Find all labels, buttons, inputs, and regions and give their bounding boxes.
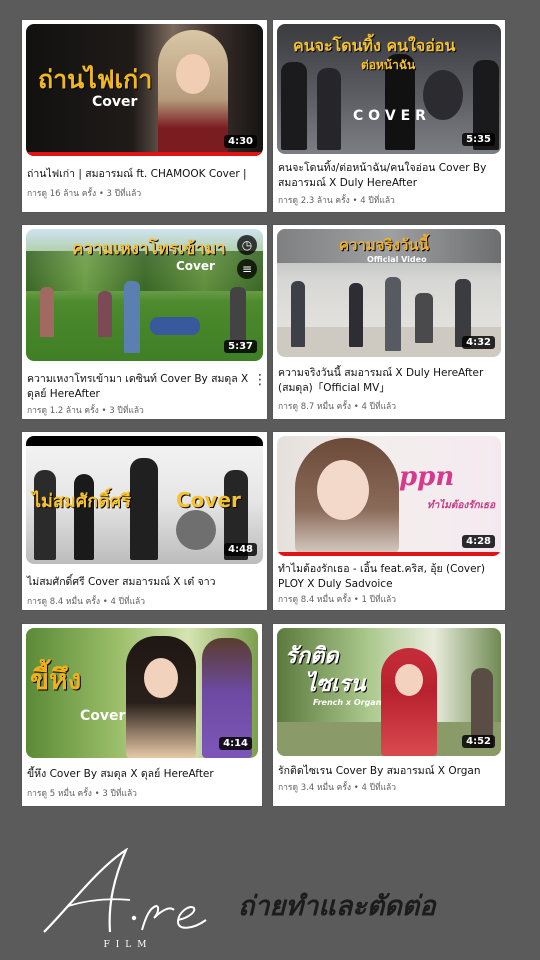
video-meta: การดู 16 ล้าน ครั้ง • 3 ปีที่แล้ว: [27, 189, 142, 199]
video-thumbnail[interactable]: คนจะโดนทิ้ง คนใจอ่อน ต่อหน้าฉัน C O V E …: [277, 24, 501, 154]
video-meta: การดู 5 หมื่น ครั้ง • 3 ปีที่แล้ว: [27, 789, 137, 799]
video-thumbnail[interactable]: ไม่สมศักดิ์ศรี Cover 4:48: [26, 436, 263, 564]
thumbnail-subtitle-text: C O V E R: [353, 108, 426, 124]
thumbnail-title-text: ppn: [399, 462, 455, 492]
logo-sub-text: FILM: [103, 940, 153, 950]
thumbnail-action-icons: ◷ ≡: [237, 235, 257, 283]
video-thumbnail[interactable]: ความจริงวันนี้ Official Video 4:32: [277, 229, 501, 357]
video-meta: การดู 1.2 ล้าน ครั้ง • 3 ปีที่แล้ว: [27, 406, 144, 416]
video-title[interactable]: ความจริงวันนี้ สมอารมณ์ X Duly HereAfter…: [278, 366, 491, 396]
video-title[interactable]: ถ่านไฟเก่า | สมอารมณ์ ft. CHAMOOK Cover …: [27, 167, 253, 182]
video-thumbnail[interactable]: รักติด ไซเรน French x Organ 4:52: [277, 628, 501, 756]
video-card-6[interactable]: ppn ทำไมต้องรักเธอ 4:28 ทำไมต้องรักเธอ -…: [273, 432, 505, 610]
video-title[interactable]: ขี้หึง Cover By สมดุล X ดุลย์ HereAfter: [27, 767, 248, 782]
duration-badge: 4:32: [462, 336, 495, 349]
watch-later-clock-icon[interactable]: ◷: [237, 235, 257, 255]
thumbnail-title-text: ความจริงวันนี้: [339, 236, 429, 254]
thumbnail-title-text: ไม่สมศักดิ์ศรี: [32, 491, 131, 512]
thumbnail-title-text: ความเหงาโทรเข้ามา: [72, 239, 226, 259]
video-meta: การดู 2.3 ล้าน ครั้ง • 4 ปีที่แล้ว: [278, 196, 395, 206]
duration-badge: 4:48: [224, 543, 257, 556]
thumbnail-subtitle-text: Official Video: [367, 255, 427, 264]
video-title[interactable]: คนจะโดนทิ้ง/ต่อหน้าฉัน/คนใจอ่อน Cover By…: [278, 161, 491, 191]
thumbnail-subtitle-text: Cover: [176, 259, 215, 273]
video-title[interactable]: ความเหงาโทรเข้ามา เดซินท์ Cover By สมดุล…: [27, 372, 253, 402]
thumbnail-subtitle-text: Cover: [80, 708, 126, 724]
video-meta: การดู 8.4 หมื่น ครั้ง • 4 ปีที่แล้ว: [27, 597, 146, 607]
watched-progress-bar: [277, 552, 501, 556]
thumbnail-subtitle-text: Cover: [92, 94, 138, 110]
add-to-queue-icon[interactable]: ≡: [237, 259, 257, 279]
video-card-4[interactable]: ความจริงวันนี้ Official Video 4:32 ความจ…: [273, 225, 505, 419]
video-meta: การดู 8.4 หมื่น ครั้ง • 1 ปีที่แล้ว: [278, 595, 397, 605]
video-title[interactable]: รักติดไซเรน Cover By สมอารมณ์ X Organ: [278, 764, 491, 779]
video-thumbnail[interactable]: ขี้หึง Cover 4:14: [26, 628, 258, 758]
watched-progress-bar: [26, 152, 263, 156]
video-thumbnail[interactable]: ถ่านไฟเก่า Cover 4:30: [26, 24, 263, 156]
credit-caption: ถ่ายทำและตัดต่อ: [238, 891, 436, 922]
thumbnail-subtitle-text: ทำไมต้องรักเธอ: [427, 500, 496, 511]
duration-badge: 4:14: [219, 737, 252, 750]
duration-badge: 5:37: [224, 340, 257, 353]
video-card-1[interactable]: ถ่านไฟเก่า Cover 4:30 ถ่านไฟเก่า | สมอาร…: [22, 20, 267, 212]
video-card-2[interactable]: คนจะโดนทิ้ง คนใจอ่อน ต่อหน้าฉัน C O V E …: [273, 20, 505, 212]
thumbnail-subtitle-text: Cover: [176, 488, 241, 512]
thumbnail-title-text-2: ต่อหน้าฉัน: [361, 58, 416, 72]
are-film-logo: FILM: [38, 847, 218, 956]
thumbnail-title-text-2: ไซเรน: [305, 672, 366, 697]
video-card-3[interactable]: ความเหงาโทรเข้ามา Cover ◷ ≡ 5:37 ความเหง…: [22, 225, 267, 419]
video-meta: การดู 3.4 หมื่น ครั้ง • 4 ปีที่แล้ว: [278, 783, 397, 793]
duration-badge: 5:35: [462, 133, 495, 146]
video-title[interactable]: ทำไมต้องรักเธอ - เอิ้น feat.คริส, อุ้ย (…: [278, 562, 491, 592]
duration-badge: 4:28: [462, 535, 495, 548]
video-card-8[interactable]: รักติด ไซเรน French x Organ 4:52 รักติดไ…: [273, 624, 505, 806]
thumbnail-title-text: ขี้หึง: [30, 663, 82, 696]
duration-badge: 4:30: [224, 135, 257, 148]
video-thumbnail[interactable]: ppn ทำไมต้องรักเธอ 4:28: [277, 436, 501, 556]
video-card-5[interactable]: ไม่สมศักดิ์ศรี Cover 4:48 ไม่สมศักดิ์ศรี…: [22, 432, 267, 610]
video-meta: การดู 8.7 หมื่น ครั้ง • 4 ปีที่แล้ว: [278, 402, 397, 412]
video-title[interactable]: ไม่สมศักดิ์ศรี Cover สมอารมณ์ X เต๋ จาว: [27, 575, 253, 590]
duration-badge: 4:52: [462, 735, 495, 748]
more-options-icon[interactable]: ⋮: [253, 373, 267, 387]
thumbnail-subtitle-text: French x Organ: [313, 698, 382, 707]
logo-script-icon: [43, 847, 207, 933]
video-card-7[interactable]: ขี้หึง Cover 4:14 ขี้หึง Cover By สมดุล …: [22, 624, 262, 806]
video-thumbnail[interactable]: ความเหงาโทรเข้ามา Cover ◷ ≡ 5:37: [26, 229, 263, 361]
